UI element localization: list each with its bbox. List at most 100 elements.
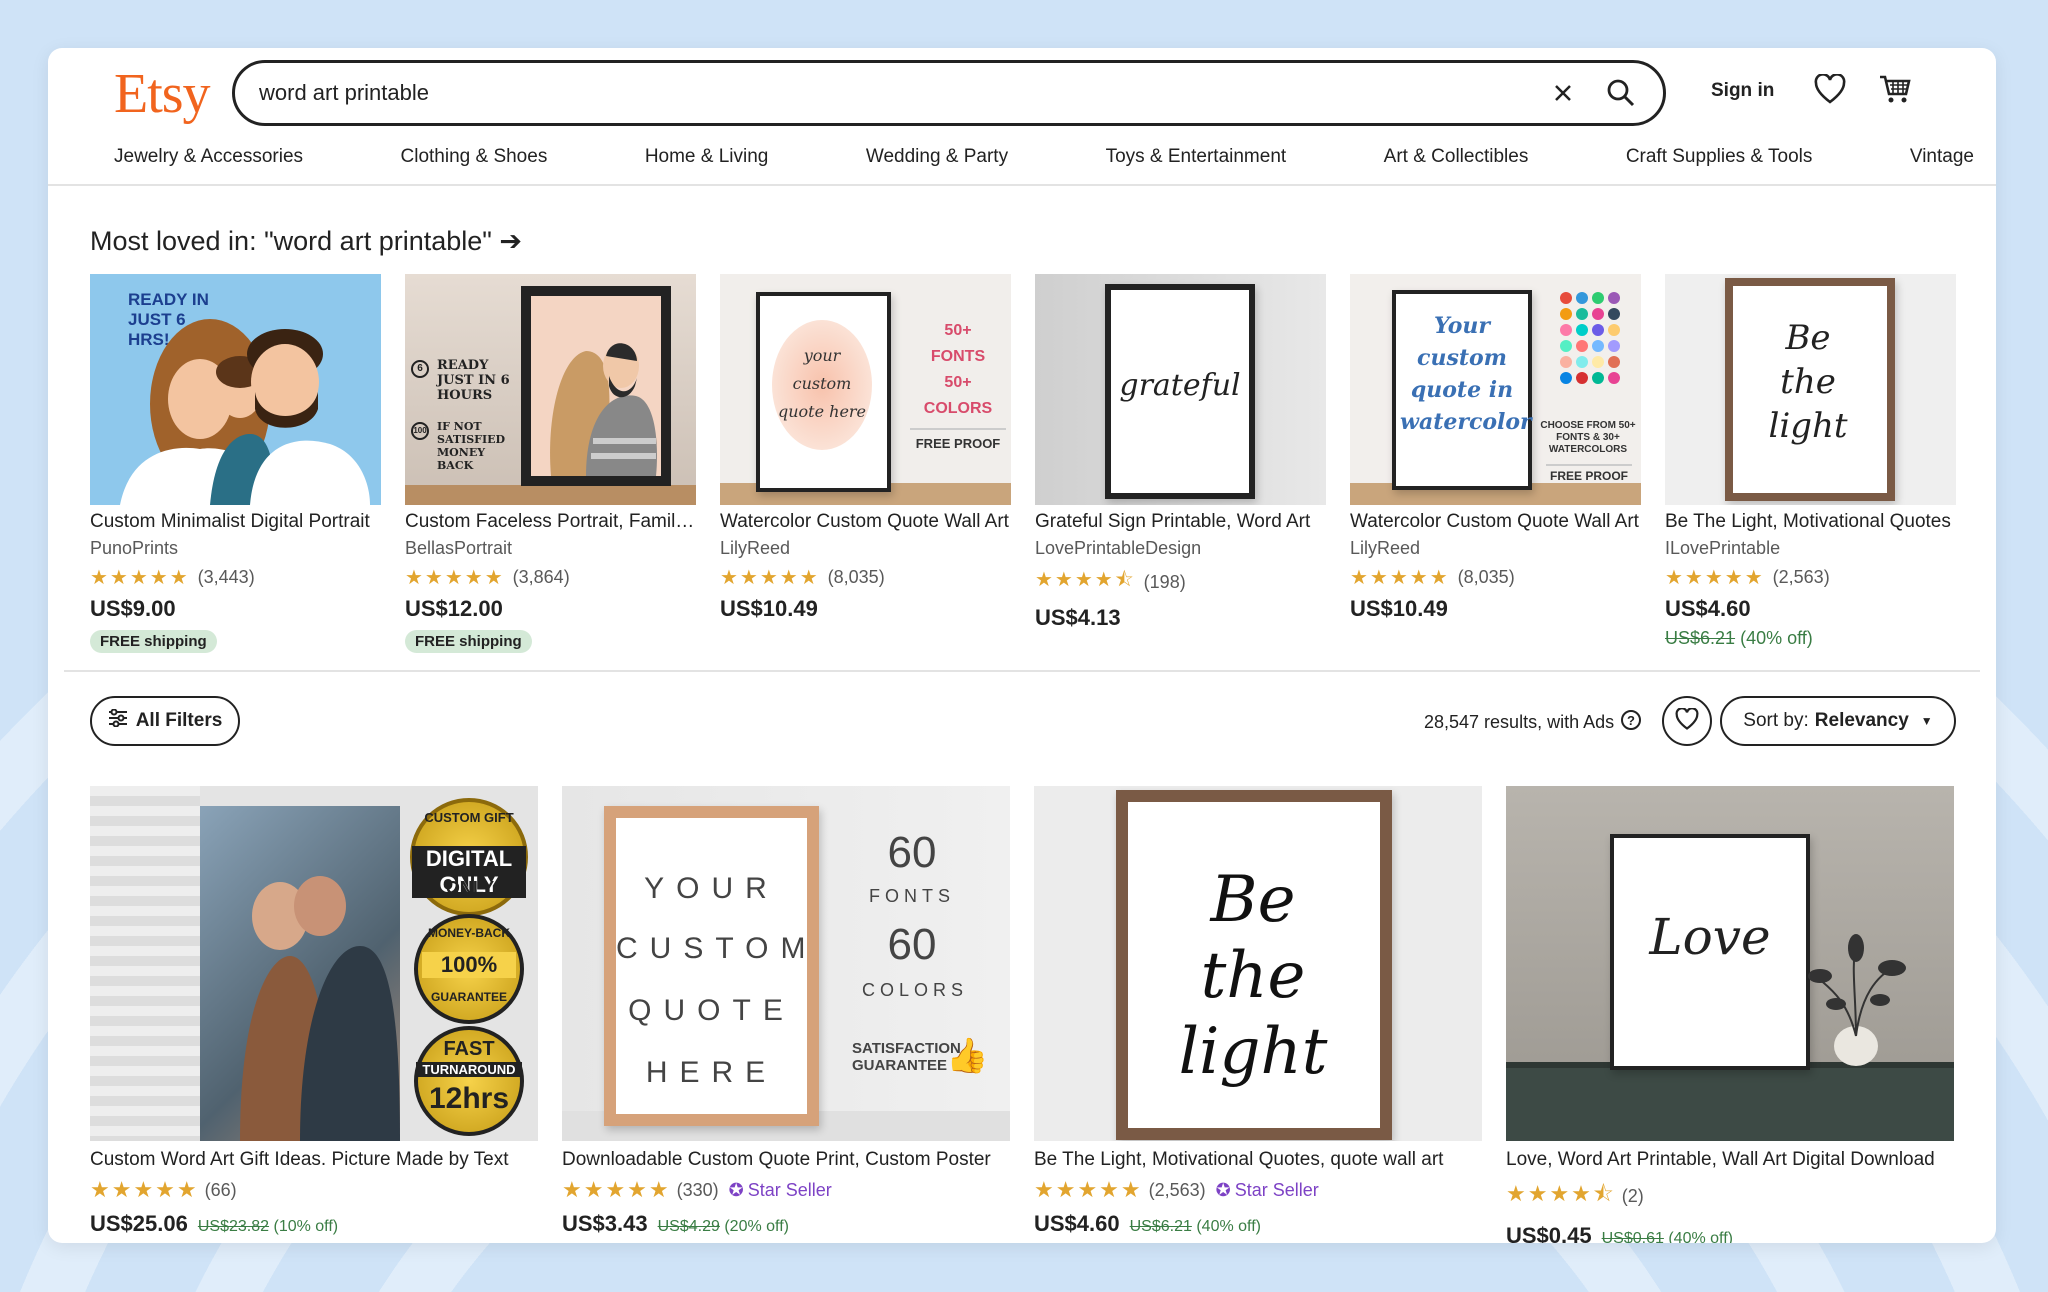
price: US$4.60 xyxy=(1034,1211,1120,1236)
five-stars-icon: ★★★★★ xyxy=(720,567,820,589)
rating: ★★★★★ (3,864) xyxy=(405,565,696,590)
discount-line: US$6.21 (40% off) xyxy=(1665,628,1956,649)
review-count: (198) xyxy=(1143,571,1186,592)
shop-name[interactable]: LilyReed xyxy=(720,538,1011,559)
category-home[interactable]: Home & Living xyxy=(645,146,769,168)
sort-value: Relevancy xyxy=(1814,710,1909,731)
favorites-heart-icon[interactable] xyxy=(1814,73,1846,109)
listing-title[interactable]: Be The Light, Motivational Quotes, quote… xyxy=(1034,1149,1482,1171)
quote-script-text: your custom quote here xyxy=(777,346,867,421)
category-toys[interactable]: Toys & Entertainment xyxy=(1106,146,1287,168)
cart-icon[interactable] xyxy=(1878,72,1912,111)
original-price: US$0.61 xyxy=(1601,1230,1664,1243)
listing-image[interactable]: 6 READY JUST IN 6 HOURS 100 IF NOT SATIS… xyxy=(405,274,696,505)
price-row: US$3.43 US$4.29 (20% off) xyxy=(562,1211,1010,1237)
couple-photo-illustration xyxy=(240,876,400,1141)
shop-name[interactable]: ILovePrintable xyxy=(1665,538,1956,559)
listing-image[interactable]: grateful xyxy=(1035,274,1326,505)
most-loved-card[interactable]: 6 READY JUST IN 6 HOURS 100 IF NOT SATIS… xyxy=(405,274,696,653)
listing-title[interactable]: Watercolor Custom Quote Wall Art xyxy=(1350,511,1641,533)
four-half-stars-icon: ★★★★⯪ xyxy=(1035,569,1136,591)
listing-title[interactable]: Custom Word Art Gift Ideas. Picture Made… xyxy=(90,1149,538,1171)
listing-image[interactable]: Be the light xyxy=(1665,274,1956,505)
colors-label: COLORS xyxy=(862,980,969,1000)
arrow-right-icon: ➔ xyxy=(499,226,522,256)
listing-title[interactable]: Love, Word Art Printable, Wall Art Digit… xyxy=(1506,1149,1954,1171)
listing-title[interactable]: Downloadable Custom Quote Print, Custom … xyxy=(562,1149,1010,1171)
grateful-script-text: grateful xyxy=(1119,368,1241,403)
price: US$4.60 xyxy=(1665,596,1751,621)
most-loved-card[interactable]: Your custom quote in watercolor CHOOSE F… xyxy=(1350,274,1641,653)
category-wedding[interactable]: Wedding & Party xyxy=(866,146,1008,168)
review-count: (2,563) xyxy=(1772,567,1830,587)
discount-line: US$0.61 (40% off) xyxy=(1602,1230,1733,1243)
clear-icon[interactable] xyxy=(1543,73,1583,113)
etsy-logo[interactable]: Etsy xyxy=(114,62,211,126)
listing-image[interactable]: YOUR CUSTOM QUOTE HERE 60 FONTS 60 COLOR… xyxy=(562,786,1010,1141)
category-craft[interactable]: Craft Supplies & Tools xyxy=(1626,146,1813,168)
most-loved-heading[interactable]: Most loved in: "word art printable" ➔ xyxy=(90,226,522,257)
review-count: (8,035) xyxy=(1457,567,1515,587)
star-seller-label: Star Seller xyxy=(1234,1179,1319,1200)
results-text: 28,547 results, with Ads xyxy=(1424,712,1615,732)
most-loved-card[interactable]: READY IN JUST 6 HRS! Custom Minimalist D… xyxy=(90,274,381,653)
original-price: US$4.29 xyxy=(657,1218,720,1235)
listing-title[interactable]: Grateful Sign Printable, Word Art xyxy=(1035,511,1326,533)
category-art[interactable]: Art & Collectibles xyxy=(1384,146,1529,168)
satisfaction-guarantee-text: SATISFACTION GUARANTEE xyxy=(852,1040,961,1074)
listing-title[interactable]: Custom Minimalist Digital Portrait xyxy=(90,511,381,533)
listing-image[interactable]: CUSTOM GIFT DIGITAL ONLY ONLY MONEY-BACK… xyxy=(90,786,538,1141)
category-jewelry[interactable]: Jewelry & Accessories xyxy=(114,146,303,168)
category-vintage[interactable]: Vintage xyxy=(1910,146,1974,168)
price-row: US$0.45 US$0.61 (40% off) xyxy=(1506,1223,1954,1243)
sign-in-link[interactable]: Sign in xyxy=(1711,80,1774,102)
rating: ★★★★★ (8,035) xyxy=(720,565,1011,590)
free-proof-text: FREE PROOF xyxy=(1546,464,1632,483)
most-loved-card[interactable]: grateful Grateful Sign Printable, Word A… xyxy=(1035,274,1326,653)
shop-name[interactable]: LovePrintableDesign xyxy=(1035,538,1326,559)
discount-percent: (40% off) xyxy=(1196,1218,1261,1235)
listing-image[interactable]: Be the light xyxy=(1034,786,1482,1141)
rating: ★★★★★ (2,563) xyxy=(1665,565,1956,590)
star-seller-icon: ✪ xyxy=(1215,1179,1231,1200)
listings-grid: CUSTOM GIFT DIGITAL ONLY ONLY MONEY-BACK… xyxy=(90,786,1956,1243)
discount-line: US$23.82 (10% off) xyxy=(198,1218,338,1236)
five-stars-icon: ★★★★★ xyxy=(562,1177,671,1202)
rating: ★★★★★ (3,443) xyxy=(90,565,381,590)
listing-image[interactable]: your custom quote here 50+ FONTS 50+ COL… xyxy=(720,274,1011,505)
listing-title[interactable]: Custom Faceless Portrait, Family Portrai… xyxy=(405,511,696,533)
watercolor-quote-text: Your custom quote in watercolor xyxy=(1400,313,1532,435)
discount-percent: (20% off) xyxy=(724,1218,789,1235)
listing-card[interactable]: Love Love, Word Art Printable, Wall Art … xyxy=(1506,786,1954,1243)
listing-card[interactable]: Be the light Be The Light, Motivational … xyxy=(1034,786,1482,1243)
shop-name[interactable]: PunoPrints xyxy=(90,538,381,559)
five-stars-icon: ★★★★★ xyxy=(1350,567,1450,589)
listing-image[interactable]: READY IN JUST 6 HRS! xyxy=(90,274,381,505)
sort-dropdown[interactable]: Sort by: Relevancy ▼ xyxy=(1720,696,1956,746)
most-loved-card[interactable]: Be the light Be The Light, Motivational … xyxy=(1665,274,1956,653)
help-icon[interactable]: ? xyxy=(1620,709,1642,736)
section-divider xyxy=(64,670,1980,672)
caret-down-icon: ▼ xyxy=(1920,714,1933,728)
search-icon[interactable] xyxy=(1601,73,1641,113)
listing-image[interactable]: Your custom quote in watercolor CHOOSE F… xyxy=(1350,274,1641,505)
listing-card[interactable]: YOUR CUSTOM QUOTE HERE 60 FONTS 60 COLOR… xyxy=(562,786,1010,1243)
save-search-button[interactable] xyxy=(1662,696,1712,746)
listing-title[interactable]: Watercolor Custom Quote Wall Art xyxy=(720,511,1011,533)
listing-card[interactable]: CUSTOM GIFT DIGITAL ONLY ONLY MONEY-BACK… xyxy=(90,786,538,1243)
price: US$3.43 xyxy=(562,1211,648,1236)
search-bar[interactable] xyxy=(232,60,1666,126)
faceless-portrait-illustration xyxy=(550,343,657,476)
listing-image[interactable]: Love xyxy=(1506,786,1954,1141)
review-count: (8,035) xyxy=(827,567,885,587)
all-filters-button[interactable]: All Filters xyxy=(90,696,240,746)
price: US$10.49 xyxy=(1350,596,1448,621)
most-loved-card[interactable]: your custom quote here 50+ FONTS 50+ COL… xyxy=(720,274,1011,653)
five-stars-icon: ★★★★★ xyxy=(90,567,190,589)
shop-name[interactable]: LilyReed xyxy=(1350,538,1641,559)
category-clothing[interactable]: Clothing & Shoes xyxy=(401,146,548,168)
listing-title[interactable]: Be The Light, Motivational Quotes xyxy=(1665,511,1956,533)
five-stars-icon: ★★★★★ xyxy=(90,1177,199,1202)
search-input[interactable] xyxy=(259,73,1543,113)
shop-name[interactable]: BellasPortrait xyxy=(405,538,696,559)
